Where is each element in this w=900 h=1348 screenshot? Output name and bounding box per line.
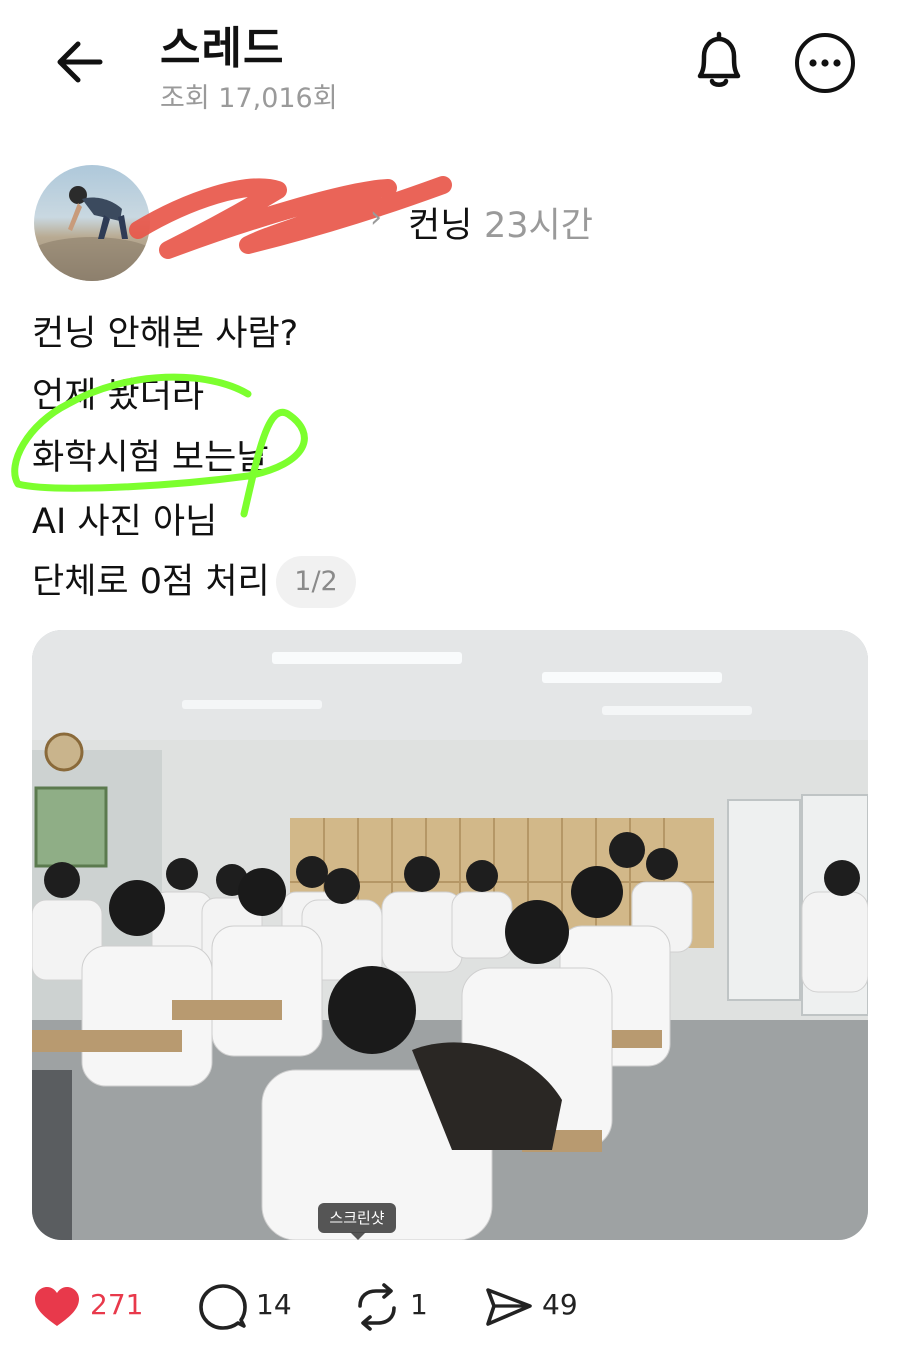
- comment-button[interactable]: 14: [198, 1282, 298, 1332]
- bell-icon: [697, 31, 741, 87]
- repost-button[interactable]: 1: [352, 1282, 432, 1332]
- heart-icon: [35, 1287, 79, 1326]
- share-button[interactable]: 49: [484, 1282, 584, 1332]
- repost-icon: [358, 1283, 396, 1331]
- like-count: 271: [90, 1288, 144, 1321]
- image-page-indicator: 1/2: [276, 556, 356, 608]
- repost-count: 1: [410, 1288, 428, 1321]
- post-text-line: 컨닝 안해본 사람?: [32, 314, 299, 354]
- post-image[interactable]: [32, 630, 868, 1240]
- like-button[interactable]: 271: [32, 1282, 152, 1332]
- send-icon: [486, 1288, 532, 1326]
- post-text-line: 단체로 0점 처리: [32, 562, 270, 602]
- more-horizontal-icon: [795, 33, 855, 93]
- classroom-photo: [32, 630, 868, 1240]
- screenshot-tooltip: 스크린샷: [318, 1203, 396, 1233]
- post-time: 23시간: [484, 206, 593, 246]
- page-title: 스레드: [160, 23, 285, 74]
- notification-button[interactable]: [686, 28, 752, 94]
- comment-icon: [199, 1284, 247, 1330]
- tooltip-arrow: [350, 1232, 366, 1240]
- breadcrumb-separator: ›: [370, 200, 382, 235]
- arrow-left-icon: [57, 41, 103, 83]
- green-highlight-circle: [11, 373, 308, 518]
- share-count: 49: [542, 1288, 578, 1321]
- view-count: 조회 17,016회: [160, 83, 338, 114]
- topic-tag[interactable]: 컨닝: [408, 197, 472, 248]
- more-options-button[interactable]: [792, 30, 858, 96]
- comment-count: 14: [256, 1288, 292, 1321]
- back-button[interactable]: [48, 30, 112, 94]
